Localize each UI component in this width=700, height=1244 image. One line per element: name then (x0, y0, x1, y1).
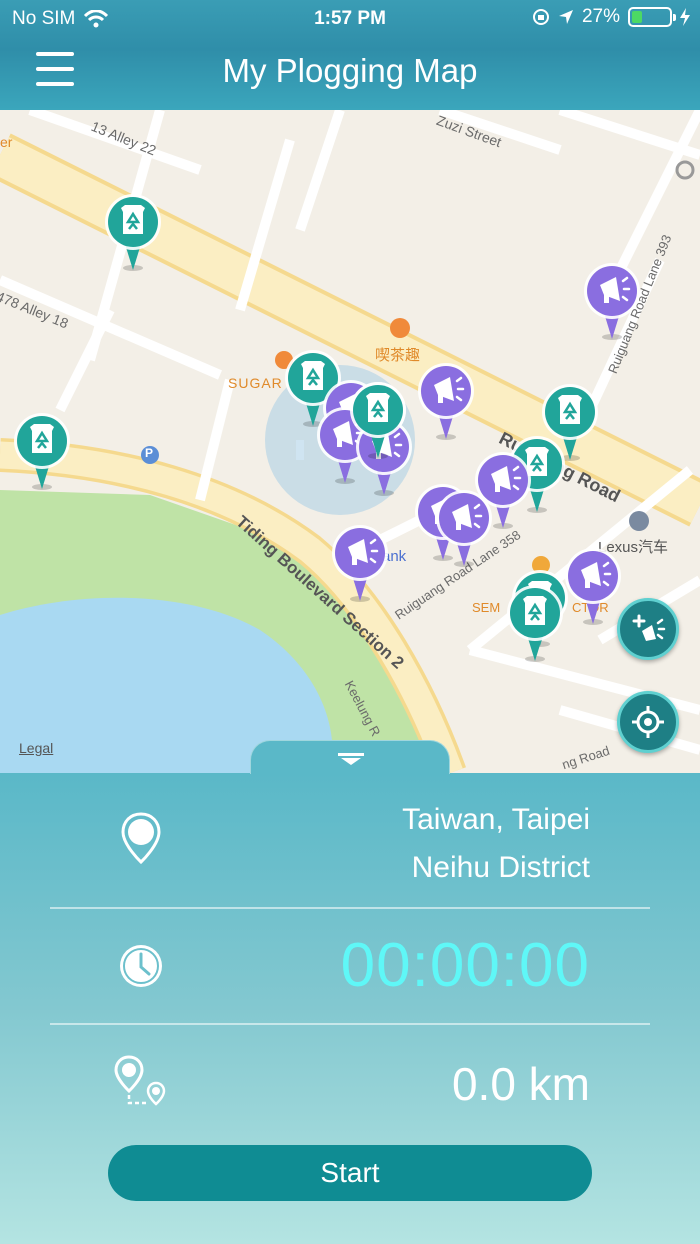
locate-me-button[interactable] (617, 691, 679, 753)
location-pin-icon (121, 812, 161, 864)
recycle-station-pin[interactable] (348, 380, 408, 465)
divider (50, 1023, 650, 1025)
litter-report-pin[interactable] (434, 488, 494, 573)
battery-percent: 27% (581, 6, 620, 27)
location-arrow-icon (558, 10, 573, 24)
location-line2: Neihu District (411, 851, 590, 884)
litter-report-pin[interactable] (563, 546, 623, 631)
battery-icon (628, 7, 676, 27)
megaphone-icon (332, 525, 388, 602)
header: No SIM 1:57 PM 27% My Plogging Map (0, 0, 700, 110)
litter-report-pin[interactable] (330, 523, 390, 608)
elapsed-timer: 00:00:00 (340, 931, 590, 1000)
app: 13 Alley 22 Zuzi Street 478 Alley 18 Rui… (0, 0, 700, 1244)
add-megaphone-icon (632, 614, 666, 641)
status-bar: No SIM 1:57 PM 27% (0, 0, 700, 36)
recycle-icon (507, 585, 563, 662)
poi-label: er (0, 134, 13, 150)
recycle-station-pin[interactable] (505, 583, 565, 668)
location-line1: Taiwan, Taipei (402, 803, 590, 836)
megaphone-icon (565, 548, 621, 625)
megaphone-icon (436, 490, 492, 567)
start-button[interactable]: Start (108, 1145, 592, 1201)
litter-report-pin[interactable] (416, 361, 476, 446)
poi-label: P (145, 446, 154, 460)
distance-value: 0.0 km (451, 1058, 590, 1110)
orientation-lock-icon (532, 9, 549, 25)
recycle-icon (14, 413, 70, 490)
poi-label: SEM (472, 600, 501, 615)
clock-icon (120, 945, 162, 987)
recycle-station-pin[interactable] (103, 192, 163, 277)
recycle-icon (350, 382, 406, 459)
divider (50, 907, 650, 909)
chevron-down-icon (338, 753, 364, 765)
panel-toggle-handle[interactable] (250, 740, 450, 774)
poi-label: 喫茶趣 (375, 347, 421, 364)
legal-link[interactable]: Legal (19, 740, 53, 756)
crosshair-icon (632, 706, 664, 738)
recycle-icon (105, 194, 161, 271)
page-title: My Plogging Map (222, 52, 478, 89)
status-right: 27% (532, 6, 690, 28)
add-report-button[interactable] (617, 598, 679, 660)
route-distance-icon (114, 1055, 166, 1106)
litter-report-pin[interactable] (582, 261, 642, 346)
megaphone-icon (418, 363, 474, 440)
charging-bolt-icon (680, 8, 690, 26)
recycle-station-pin[interactable] (12, 411, 72, 496)
megaphone-icon (584, 263, 640, 340)
poi-label: SUGAR (228, 375, 283, 391)
